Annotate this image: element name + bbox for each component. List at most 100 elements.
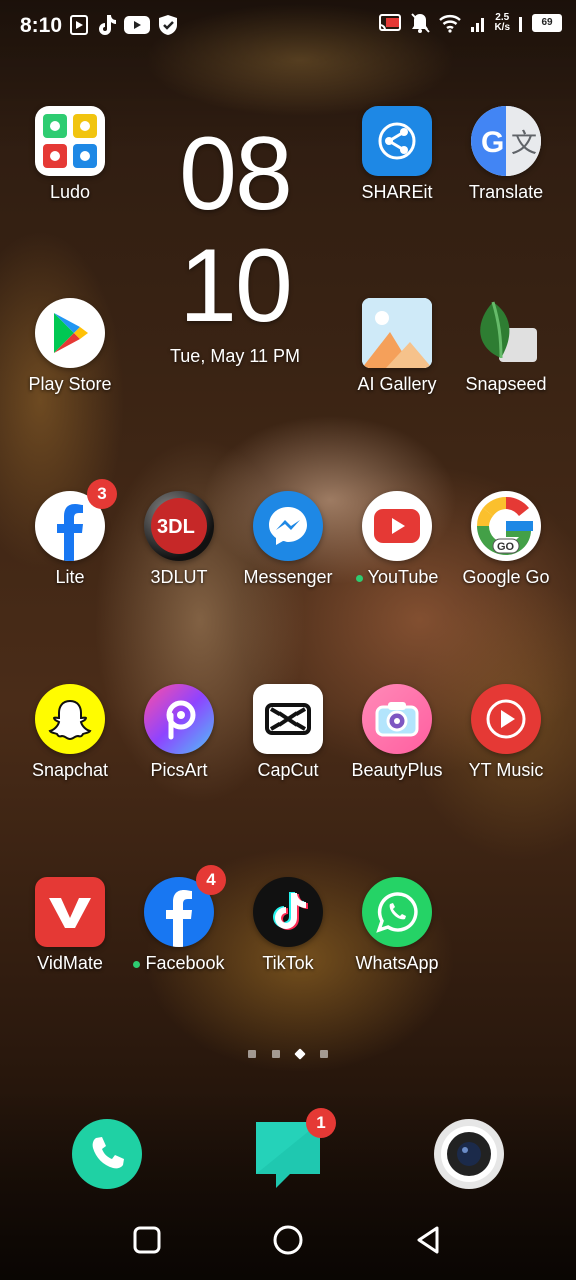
signal-icon — [471, 18, 485, 32]
ludo-icon — [35, 106, 105, 176]
app-beautyplus[interactable]: BeautyPlus — [342, 684, 452, 781]
google-go-icon: GO — [471, 491, 541, 561]
app-facebook-lite[interactable]: 3 Lite — [15, 479, 125, 588]
app-label: YT Music — [468, 760, 544, 780]
back-button[interactable] — [411, 1222, 447, 1258]
app-ludo[interactable]: Ludo — [15, 106, 125, 203]
snapseed-icon — [471, 298, 541, 368]
app-label: Play Store — [28, 374, 112, 394]
home-button[interactable] — [270, 1222, 306, 1258]
app-label: Ludo — [49, 182, 91, 202]
status-time: 8:10 — [20, 14, 63, 37]
notification-badge: 4 — [196, 865, 226, 895]
app-ai-gallery[interactable]: AI Gallery — [342, 298, 452, 395]
yt-music-icon — [471, 684, 541, 754]
app-label: Snapseed — [465, 374, 547, 394]
cast-icon — [379, 14, 402, 31]
page-indicator[interactable] — [248, 1048, 328, 1060]
svg-text:文: 文 — [511, 128, 537, 158]
youtube-icon — [362, 491, 432, 561]
shareit-icon — [362, 106, 432, 176]
capcut-icon — [253, 684, 323, 754]
app-label: TikTok — [262, 953, 314, 973]
square-icon — [133, 1226, 161, 1254]
app-label: SHAREit — [361, 182, 433, 202]
app-3dlut[interactable]: 3DL 3DLUT — [124, 491, 234, 588]
app-play-store[interactable]: Play Store — [15, 298, 125, 395]
app-label: Google Go — [462, 567, 550, 587]
new-app-dot — [133, 960, 141, 968]
app-facebook[interactable]: 4 Facebook — [124, 865, 234, 974]
recents-button[interactable] — [129, 1222, 165, 1258]
network-speed-unit: K/s — [494, 22, 510, 33]
shield-icon — [159, 15, 177, 35]
app-label: Facebook — [124, 953, 234, 974]
svg-text:3DL: 3DL — [157, 516, 195, 538]
clock-date: Tue, May 11 PM — [169, 346, 301, 366]
app-label: AI Gallery — [357, 374, 437, 394]
app-vidmate[interactable]: VidMate — [15, 877, 125, 974]
app-label: PicsArt — [150, 760, 208, 780]
app-shareit[interactable]: SHAREit — [342, 106, 452, 203]
app-label-text: YouTube — [367, 567, 439, 587]
tiktok-icon — [253, 877, 323, 947]
phone-icon — [72, 1119, 142, 1189]
app-snapseed[interactable]: Snapseed — [451, 298, 561, 395]
navigation-bar — [0, 1200, 576, 1280]
3dlut-icon: 3DL — [144, 491, 214, 561]
app-whatsapp[interactable]: WhatsApp — [342, 877, 452, 974]
svg-text:GO: GO — [497, 541, 515, 553]
camera-icon — [434, 1119, 504, 1189]
page-dot-active — [294, 1048, 306, 1060]
app-label: CapCut — [257, 760, 319, 780]
circle-icon — [273, 1225, 303, 1255]
page-dot — [320, 1050, 328, 1058]
gallery-icon — [362, 298, 432, 368]
whatsapp-icon — [362, 877, 432, 947]
mute-icon — [411, 13, 431, 33]
svg-text:G: G — [481, 126, 504, 159]
app-label: YouTube — [342, 567, 452, 588]
beautyplus-icon — [362, 684, 432, 754]
app-label: WhatsApp — [355, 953, 439, 973]
app-label: Messenger — [243, 567, 333, 587]
back-triangle-icon — [417, 1226, 439, 1254]
clock-minute: 10 — [179, 228, 293, 344]
app-label-text: Facebook — [145, 953, 225, 973]
app-label: Lite — [55, 567, 85, 587]
app-picsart[interactable]: PicsArt — [124, 684, 234, 781]
dock-messages[interactable]: 1 — [252, 1108, 336, 1195]
app-label: 3DLUT — [150, 567, 208, 587]
app-label: BeautyPlus — [351, 760, 443, 780]
vidmate-icon — [35, 877, 105, 947]
app-translate[interactable]: G 文 Translate — [451, 106, 561, 203]
play-store-icon — [35, 298, 105, 368]
app-label: Translate — [468, 182, 544, 202]
picsart-icon — [144, 684, 214, 754]
app-youtube[interactable]: YouTube — [342, 491, 452, 588]
signal-icon — [519, 17, 522, 32]
dock-camera[interactable] — [433, 1118, 505, 1195]
youtube-icon — [124, 16, 150, 34]
app-google-go[interactable]: GO Google Go — [451, 491, 561, 588]
clock-hour: 08 — [179, 116, 293, 232]
app-messenger[interactable]: Messenger — [233, 491, 343, 588]
app-label: Snapchat — [31, 760, 109, 780]
app-snapchat[interactable]: Snapchat — [15, 684, 125, 781]
clock-widget[interactable]: 08 10 Tue, May 11 PM — [160, 118, 310, 367]
snapchat-icon — [35, 684, 105, 754]
app-yt-music[interactable]: YT Music — [451, 684, 561, 781]
app-capcut[interactable]: CapCut — [233, 684, 343, 781]
media-icon — [70, 15, 88, 35]
wifi-icon — [439, 15, 462, 33]
tiktok-icon — [99, 15, 116, 35]
page-dot — [272, 1050, 280, 1058]
notification-badge: 1 — [306, 1108, 336, 1138]
status-bar: 8:10 2.5 K/s 69 — [0, 0, 576, 52]
app-label: VidMate — [37, 953, 103, 973]
app-tiktok[interactable]: TikTok — [233, 877, 343, 974]
page-dot — [248, 1050, 256, 1058]
new-app-dot — [355, 574, 363, 582]
translate-icon: G 文 — [471, 106, 541, 176]
dock-phone[interactable] — [71, 1118, 143, 1195]
